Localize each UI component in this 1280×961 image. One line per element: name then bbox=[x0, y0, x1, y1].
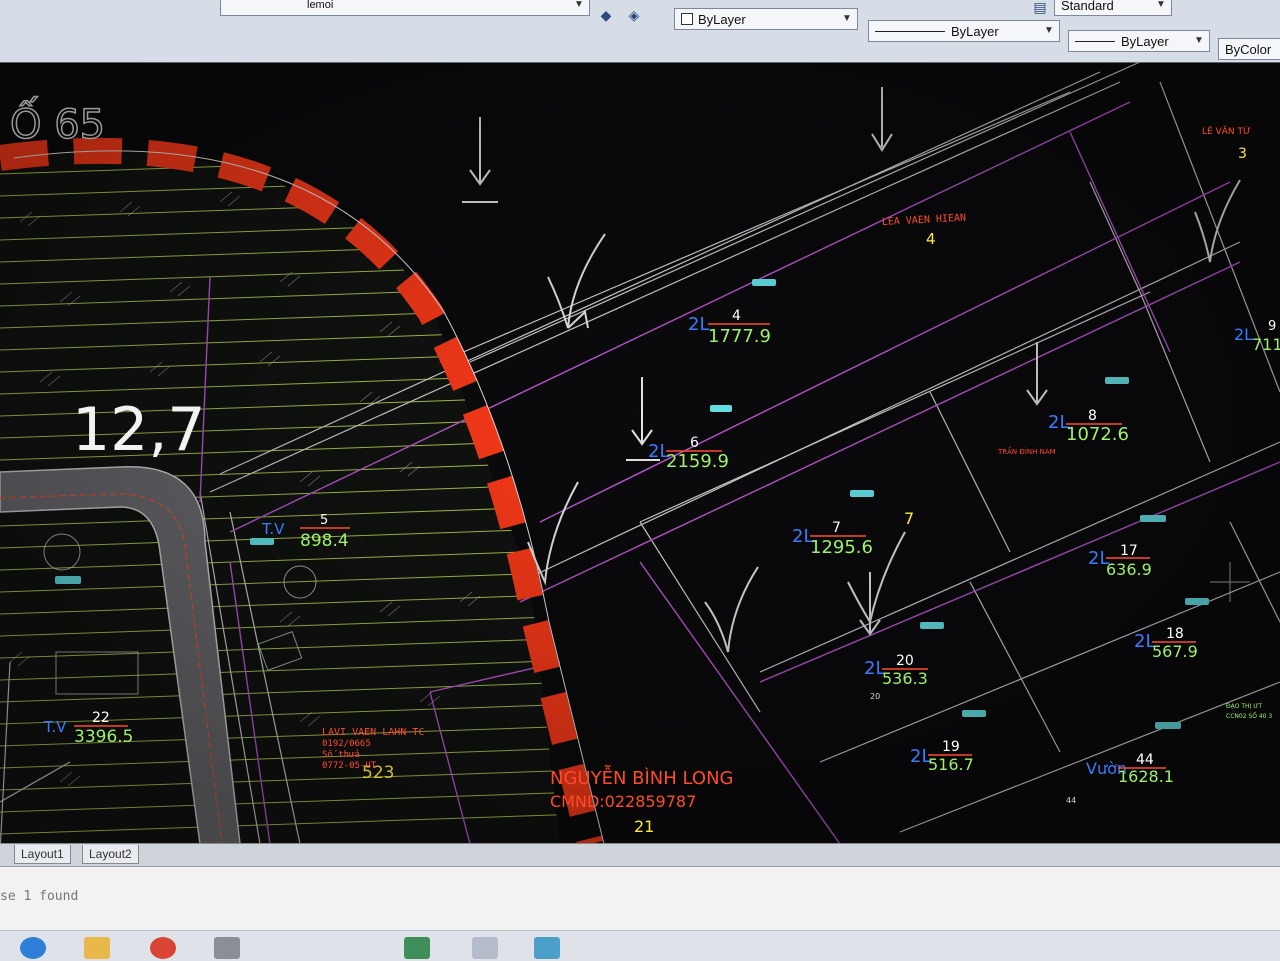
linetype-value: ByLayer bbox=[951, 23, 999, 39]
svg-text:898.4: 898.4 bbox=[300, 531, 349, 551]
layer-name: lemoi bbox=[307, 0, 334, 11]
right-top-number: 3 bbox=[1238, 146, 1247, 162]
textstyle-dropdown[interactable]: Standard ▼ bbox=[1054, 0, 1172, 16]
dimension-label: 12,7 bbox=[72, 395, 206, 465]
owner-small-1: TRẦN ĐÌNH NAM bbox=[997, 446, 1056, 456]
parcel-label-6[interactable]: 2L 6 2159.9 bbox=[648, 435, 729, 472]
svg-text:1628.1: 1628.1 bbox=[1118, 767, 1174, 786]
right-top-text: LÊ VĂN TỪ bbox=[1202, 125, 1251, 137]
plotstyle-dropdown[interactable]: ByColor bbox=[1218, 38, 1280, 60]
svg-text:18: 18 bbox=[1166, 626, 1184, 642]
svg-text:7: 7 bbox=[832, 520, 841, 536]
svg-text:516.7: 516.7 bbox=[928, 755, 974, 774]
svg-text:Số thửa: Số thửa bbox=[322, 749, 360, 760]
svg-text:T.V: T.V bbox=[43, 718, 67, 736]
textstyle-value: Standard bbox=[1061, 0, 1114, 13]
small-number-20: 20 bbox=[870, 692, 880, 701]
layout-tabs: Layout1 Layout2 bbox=[0, 843, 1280, 866]
excel-icon[interactable] bbox=[404, 937, 430, 959]
text-style-icon[interactable]: ▤ bbox=[1028, 0, 1052, 20]
file-explorer-icon[interactable] bbox=[84, 937, 110, 959]
small-number-44: 44 bbox=[1066, 796, 1076, 805]
svg-text:44: 44 bbox=[1136, 752, 1154, 768]
svg-text:19: 19 bbox=[942, 739, 960, 755]
svg-text:711: 711 bbox=[1252, 335, 1280, 354]
svg-text:2L: 2L bbox=[688, 314, 709, 335]
yellow-label-7: 7 bbox=[904, 509, 914, 528]
svg-text:0192/0665: 0192/0665 bbox=[322, 739, 371, 749]
parcel-label-20[interactable]: 2L 20 536.3 bbox=[864, 653, 928, 688]
drawing-canvas[interactable]: Ố 65 12,7 LEA VAEN HIEAN 4 LÊ VĂN TỪ 3 2… bbox=[0, 62, 1280, 844]
linetype-sample-icon bbox=[875, 30, 945, 32]
tab-layout2[interactable]: Layout2 bbox=[82, 845, 139, 864]
color-dropdown[interactable]: ByLayer ▼ bbox=[674, 8, 858, 30]
svg-text:T.V: T.V bbox=[261, 520, 285, 538]
svg-text:2159.9: 2159.9 bbox=[666, 451, 729, 472]
owner-bottom-name: NGUYỄN BÌNH LONG bbox=[550, 765, 734, 789]
svg-text:3396.5: 3396.5 bbox=[74, 727, 133, 747]
chevron-down-icon[interactable]: ▼ bbox=[840, 12, 854, 26]
color-value: ByLayer bbox=[698, 11, 746, 27]
street-number-label: Ố 65 bbox=[10, 95, 105, 148]
parcel-label-4[interactable]: 2L 4 1777.9 bbox=[688, 308, 771, 347]
parcel-label-7[interactable]: 2L 7 1295.6 bbox=[792, 520, 873, 558]
layer-states-icon[interactable]: ◆ bbox=[594, 4, 618, 28]
svg-text:20: 20 bbox=[896, 653, 914, 669]
tab-layout1[interactable]: Layout1 bbox=[14, 845, 71, 864]
chevron-down-icon[interactable]: ▼ bbox=[1192, 34, 1206, 48]
svg-text:LAVI VAEN LAHN-TC: LAVI VAEN LAHN-TC bbox=[322, 727, 424, 738]
windows-taskbar bbox=[0, 930, 1280, 961]
layer-dropdown[interactable]: lemoi ▼ bbox=[220, 0, 590, 16]
svg-text:567.9: 567.9 bbox=[1152, 642, 1198, 661]
svg-text:1777.9: 1777.9 bbox=[708, 326, 771, 347]
layer-manager-icon[interactable]: ◈ bbox=[622, 4, 646, 28]
owner-left-number: 523 bbox=[362, 763, 394, 783]
parcel-label-18[interactable]: 2L 18 567.9 bbox=[1134, 626, 1198, 661]
svg-text:6: 6 bbox=[690, 435, 699, 451]
svg-text:1072.6: 1072.6 bbox=[1066, 424, 1129, 445]
chevron-down-icon[interactable]: ▼ bbox=[1042, 24, 1056, 38]
svg-text:536.3: 536.3 bbox=[882, 669, 928, 688]
svg-text:9: 9 bbox=[1268, 319, 1276, 334]
svg-text:22: 22 bbox=[92, 710, 110, 726]
svg-text:4: 4 bbox=[732, 308, 741, 324]
properties-toolbar: lemoi ▼ ◆ ◈ ByLayer ▼ ByLayer ▼ ByLayer … bbox=[0, 0, 1280, 63]
lineweight-value: ByLayer bbox=[1121, 33, 1169, 49]
svg-text:1295.6: 1295.6 bbox=[810, 537, 873, 558]
parcel-label-19[interactable]: 2L 19 516.7 bbox=[910, 739, 974, 774]
app-icon[interactable] bbox=[472, 937, 498, 959]
chevron-down-icon[interactable]: ▼ bbox=[572, 0, 586, 12]
parcel-label-8[interactable]: 2L 8 1072.6 bbox=[1048, 408, 1129, 445]
command-line[interactable]: se 1 found bbox=[0, 866, 1280, 931]
svg-text:2L: 2L bbox=[1234, 325, 1253, 344]
linetype-dropdown[interactable]: ByLayer ▼ bbox=[868, 20, 1060, 42]
lineweight-dropdown[interactable]: ByLayer ▼ bbox=[1068, 30, 1210, 52]
command-history-text: se 1 found bbox=[0, 889, 79, 904]
svg-text:8: 8 bbox=[1088, 408, 1097, 424]
owner-bottom-number: 21 bbox=[634, 817, 654, 836]
store-icon[interactable] bbox=[214, 937, 240, 959]
chevron-down-icon[interactable]: ▼ bbox=[1154, 0, 1168, 12]
windows-start-icon[interactable] bbox=[20, 937, 46, 959]
chrome-icon[interactable] bbox=[150, 937, 176, 959]
svg-text:636.9: 636.9 bbox=[1106, 560, 1152, 579]
parcel-label-17[interactable]: 2L 17 636.9 bbox=[1088, 543, 1152, 579]
right-small-text-1: ĐẠO THỊ ƯT bbox=[1226, 703, 1262, 710]
lineweight-sample-icon bbox=[1075, 40, 1115, 42]
parcel-label-44[interactable]: Vườn 44 1628.1 bbox=[1086, 752, 1174, 786]
right-small-text-2: CCN02 SỐ 40 3 bbox=[1226, 712, 1272, 720]
owner-number-top: 4 bbox=[926, 230, 936, 248]
parcel-label-9[interactable]: 2L 9 711 bbox=[1234, 319, 1280, 354]
svg-text:17: 17 bbox=[1120, 543, 1138, 559]
svg-text:5: 5 bbox=[320, 513, 328, 528]
owner-bottom-id: CMND:022859787 bbox=[550, 792, 696, 811]
color-swatch-icon bbox=[681, 13, 693, 25]
plotstyle-value: ByColor bbox=[1225, 41, 1272, 57]
autocad-icon[interactable] bbox=[534, 937, 560, 959]
